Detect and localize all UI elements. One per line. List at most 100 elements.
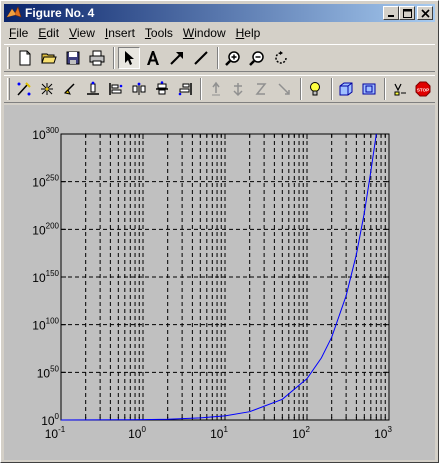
- stop-button[interactable]: STOP: [412, 78, 433, 100]
- align-bottom-icon: [87, 81, 100, 95]
- menu-file[interactable]: File: [4, 24, 33, 42]
- y-tick-base: 10: [37, 366, 51, 380]
- minimize-button[interactable]: [383, 6, 399, 20]
- align-center-button[interactable]: [151, 78, 172, 100]
- y-tick-base: 10: [41, 414, 55, 428]
- x-tick-label: 103: [374, 425, 392, 441]
- x-tick-base: 10: [128, 427, 142, 441]
- save-figure-button[interactable]: [62, 47, 84, 69]
- title-bar[interactable]: Figure No. 4: [4, 4, 435, 22]
- rotate-icon: [275, 51, 287, 64]
- new-file-icon: [19, 50, 31, 66]
- align-left-button[interactable]: [106, 78, 127, 100]
- insert-text-icon: [147, 51, 159, 65]
- legend-button[interactable]: [389, 78, 410, 100]
- toolbar-grip[interactable]: [7, 47, 10, 69]
- y-tick-base: 10: [32, 176, 46, 190]
- edit-plot-tool-button[interactable]: [14, 78, 35, 100]
- camera-orbit-button[interactable]: [205, 78, 226, 100]
- x-tick-base: 10: [292, 427, 306, 441]
- svg-text:STOP: STOP: [417, 87, 429, 92]
- camera-roll-button[interactable]: [274, 78, 295, 100]
- x-tick-base: 10: [45, 427, 59, 441]
- open-folder-icon: [41, 53, 57, 64]
- edit-plot-icon: [17, 82, 32, 96]
- camera-zoom-button[interactable]: [251, 78, 272, 100]
- grid-lines: [61, 134, 389, 420]
- insert-line-button[interactable]: [190, 47, 212, 69]
- distribute-button[interactable]: [128, 78, 149, 100]
- menu-label-rest: dit: [46, 25, 60, 40]
- open-file-button[interactable]: [38, 47, 60, 69]
- align-bottom-button[interactable]: [83, 78, 104, 100]
- align-right-button[interactable]: [174, 78, 195, 100]
- distribute-icon: [132, 82, 146, 95]
- insert-arrow-icon: [170, 52, 183, 65]
- box-3d-button[interactable]: [336, 78, 357, 100]
- menu-label-rest: nsert: [108, 25, 135, 40]
- figure-toolbar: [4, 44, 435, 72]
- print-figure-button[interactable]: [86, 47, 108, 69]
- y-tick-exponent: 250: [46, 174, 60, 183]
- y-tick-base: 10: [32, 128, 46, 142]
- scene-light-button[interactable]: [305, 78, 326, 100]
- x-tick-exponent: 2: [305, 425, 310, 434]
- x-tick-label: 100: [128, 425, 146, 441]
- camera-pan-button[interactable]: [228, 78, 249, 100]
- y-tick-label: 10150: [32, 269, 59, 285]
- toolbar-grip[interactable]: [7, 78, 10, 100]
- zoom-in-button[interactable]: [222, 47, 244, 69]
- log-log-plot[interactable]: 10-1 100 101 102 103100105010100101501020010…: [4, 105, 435, 460]
- minimize-icon: [388, 15, 394, 17]
- menu-tools[interactable]: Tools: [140, 24, 178, 42]
- camera-roll-icon: [278, 83, 290, 95]
- new-figure-button[interactable]: [14, 47, 36, 69]
- menu-view[interactable]: View: [64, 24, 100, 42]
- x-tick-exponent: -1: [58, 425, 66, 434]
- toolbar-separator: [217, 47, 219, 69]
- rotate-3d-button[interactable]: [270, 47, 292, 69]
- insert-line-icon: [194, 51, 208, 65]
- window-title: Figure No. 4: [25, 6, 95, 20]
- camera-orbit-icon: [211, 81, 220, 96]
- box-ortho-icon: [362, 83, 376, 95]
- menu-label-rest: ile: [16, 25, 29, 40]
- maximize-button[interactable]: [399, 6, 415, 20]
- menu-insert[interactable]: Insert: [100, 24, 140, 42]
- maximize-icon: [402, 8, 412, 18]
- zoom-out-button[interactable]: [246, 47, 268, 69]
- menu-help[interactable]: Help: [231, 24, 266, 42]
- close-button[interactable]: [417, 6, 433, 20]
- point-tool-button[interactable]: [60, 78, 81, 100]
- edit-plot-button[interactable]: [118, 47, 140, 69]
- menu-edit[interactable]: Edit: [33, 24, 64, 42]
- menu-window[interactable]: Window: [178, 24, 231, 42]
- insert-text-button[interactable]: [142, 47, 164, 69]
- x-tick-label: 101: [210, 425, 228, 441]
- figure-canvas[interactable]: 10-1 100 101 102 103 100 1050 10100 10150 10200 10…: [4, 105, 435, 460]
- box-ortho-button[interactable]: [358, 78, 379, 100]
- menu-label-rest: elp: [244, 25, 261, 40]
- menu-bar: File Edit View Insert Tools Window Help: [4, 23, 435, 42]
- menu-label-rest: ools: [150, 25, 173, 40]
- y-tick-exponent: 100: [46, 317, 60, 326]
- toolbar-separator: [200, 78, 203, 100]
- align-right-icon: [178, 83, 192, 96]
- x-tick-base: 10: [374, 427, 388, 441]
- x-tick-exponent: 3: [387, 425, 392, 434]
- x-tick-label: 102: [292, 425, 310, 441]
- y-tick-label: 100: [41, 412, 59, 428]
- close-icon: [420, 8, 430, 18]
- toolbar-separator: [384, 78, 387, 100]
- show-points-button[interactable]: [37, 78, 58, 100]
- camera-zoom-icon: [255, 83, 267, 95]
- align-center-icon: [155, 81, 168, 95]
- toolbar-separator: [113, 47, 115, 69]
- y-tick-exponent: 150: [46, 269, 60, 278]
- select-arrow-icon: [125, 51, 134, 65]
- insert-arrow-button[interactable]: [166, 47, 188, 69]
- camera-pan-icon: [233, 83, 243, 97]
- x-tick-exponent: 0: [141, 425, 146, 434]
- toolbar-separator: [299, 78, 302, 100]
- menu-mnemonic: V: [69, 25, 77, 40]
